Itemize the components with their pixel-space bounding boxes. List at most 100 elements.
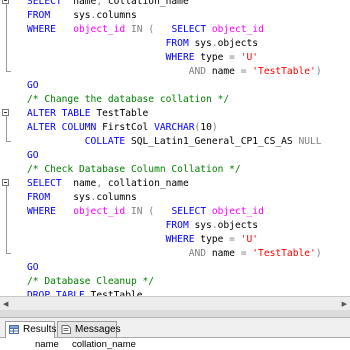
code-token: name [61,0,97,7]
outline-gutter [0,191,12,205]
code-token: name [61,178,97,189]
code-line[interactable]: WHERE object_id IN ( SELECT object_id [0,23,350,37]
outline-gutter [0,107,12,121]
code-text: /* Check Database Column Collation */ [27,163,241,177]
collapse-toggle-icon[interactable] [2,179,9,186]
code-line[interactable]: FROM sys.objects [0,37,350,51]
code-token: GO [27,262,39,273]
results-tab-strip: Results Messages [0,318,350,338]
scroll-left-arrow-icon[interactable]: ◀ [3,300,8,308]
code-token: objects [217,220,259,231]
outline-gutter [0,261,12,275]
outline-gutter [0,37,12,51]
scroll-right-arrow-icon[interactable]: ▶ [342,300,347,308]
code-line[interactable]: SELECT name, collation_name [0,177,350,191]
code-text: SELECT name, collation_name [27,177,189,191]
code-token: TestTable [90,108,149,119]
code-line[interactable]: WHERE object_id IN ( SELECT object_id [0,205,350,219]
code-token: objects [217,38,259,49]
results-grid[interactable]: name collation_name [0,338,350,350]
code-text: FROM sys.objects [27,219,258,233]
code-line[interactable]: GO [0,149,350,163]
code-token: columns [96,192,137,203]
code-line[interactable]: WHERE type = 'U' [0,233,350,247]
tab-messages-label: Messages [75,324,121,335]
code-line[interactable]: ALTER COLUMN FirstCol VARCHAR(10) [0,121,350,135]
code-line[interactable]: WHERE type = 'U' [0,51,350,65]
code-text: WHERE object_id IN ( SELECT object_id [27,205,264,219]
code-token: ) [315,66,322,77]
code-token: ) [315,248,322,259]
code-line[interactable]: /* Change the database collation */ [0,93,350,107]
code-token: sys [188,220,212,231]
code-token: 'TestTable' [252,66,316,77]
code-token: SQL_Latin1_General_CP1_CS_AS [125,136,299,147]
code-token: 'U' [240,52,259,63]
column-header-name[interactable]: name [35,339,59,350]
code-line[interactable]: /* Check Database Column Collation */ [0,163,350,177]
code-token: AND [188,248,207,259]
code-text: /* Change the database collation */ [27,93,229,107]
outline-gutter [0,163,12,177]
pane-splitter[interactable] [0,310,350,318]
code-text: AND name = 'TestTable') [27,65,322,79]
code-line[interactable]: ALTER TABLE TestTable [0,107,350,121]
tab-messages[interactable]: Messages [57,321,121,337]
code-token: collation_name [102,0,189,7]
code-token: ALTER [27,122,56,133]
code-line[interactable]: GO [0,261,350,275]
outline-gutter [0,23,12,37]
outline-gutter [0,121,12,135]
code-text: FROM sys.columns [27,9,137,23]
code-line[interactable]: AND name = 'TestTable') [0,65,350,79]
code-line[interactable]: GO [0,79,350,93]
code-line[interactable]: AND name = 'TestTable') [0,247,350,261]
code-token: SELECT [171,24,207,35]
query-editor[interactable]: SELECT name, collation_name FROM sys.colu… [0,0,350,296]
outline-gutter [0,177,12,191]
code-text: COLLATE SQL_Latin1_General_CP1_CS_AS NUL… [27,135,322,149]
outline-gutter [0,0,12,9]
horizontal-scrollbar[interactable]: ◀ ▶ [0,296,350,310]
code-token: SELECT [171,206,207,217]
code-line[interactable]: FROM sys.columns [0,191,350,205]
code-token: GO [27,80,39,91]
code-token: AND [188,66,207,77]
tab-results[interactable]: Results [5,321,56,338]
code-token: FROM [165,38,189,49]
code-token: 10 [200,122,212,133]
code-token: name [206,248,241,259]
outline-gutter [0,247,12,261]
code-line[interactable]: SELECT name, collation_name [0,0,350,9]
code-token: WHERE [27,24,56,35]
outline-gutter [0,65,12,79]
code-token: sys [50,10,91,21]
code-line[interactable]: FROM sys.columns [0,9,350,23]
code-token: type [194,234,230,245]
code-token: WHERE [27,206,56,217]
code-text: WHERE object_id IN ( SELECT object_id [27,23,264,37]
outline-gutter [0,289,12,296]
outline-gutter [0,79,12,93]
code-line[interactable]: DROP TABLE TestTable [0,289,350,296]
code-text: GO [27,149,39,163]
code-line[interactable]: /* Database Cleanup */ [0,275,350,289]
collapse-toggle-icon[interactable] [2,109,9,116]
code-token: COLLATE [84,136,126,147]
code-token: ALTER [27,108,56,119]
column-header-collation-name[interactable]: collation_name [72,339,136,350]
results-grid-icon [9,325,19,334]
code-token: 'TestTable' [252,248,316,259]
code-token: SELECT [27,178,62,189]
code-token: object_id [73,206,126,217]
code-line[interactable]: FROM sys.objects [0,219,350,233]
collapse-toggle-icon[interactable] [2,0,9,4]
code-token: object_id [211,206,264,217]
code-line[interactable]: COLLATE SQL_Latin1_General_CP1_CS_AS NUL… [0,135,350,149]
code-token: ) [211,122,218,133]
